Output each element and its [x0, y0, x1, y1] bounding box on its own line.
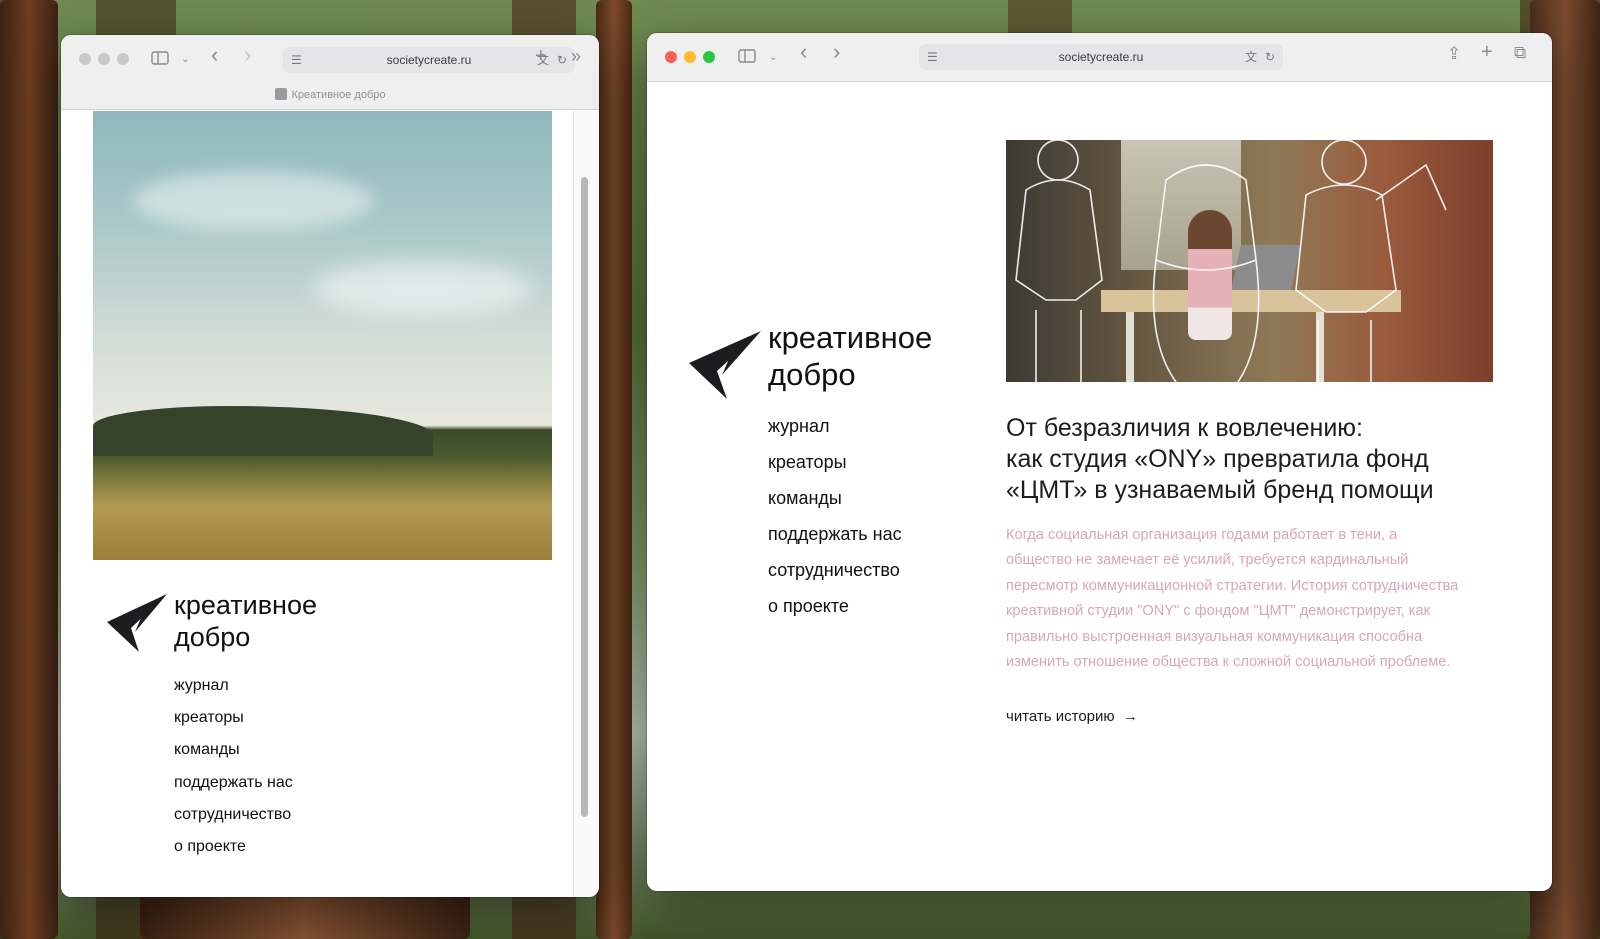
close-window-button[interactable] [79, 53, 91, 65]
hero-landscape-image [93, 111, 552, 560]
nav-item-teams[interactable]: команды [768, 488, 902, 524]
main-navigation: журнал креаторы команды поддержать нас с… [768, 416, 902, 632]
brand-line-1: креативное [768, 320, 933, 355]
article-title-line: От безразличия к вовлечению: [1006, 414, 1363, 442]
tab-title: Креативное добро [291, 89, 386, 101]
page-settings-icon[interactable]: ☰ [927, 44, 938, 70]
sidebar-toggle-icon[interactable] [151, 51, 169, 69]
main-navigation: журнал креаторы команды поддержать нас с… [174, 677, 293, 870]
address-bar-url: societycreate.ru [386, 53, 472, 67]
article-title-line: «ЦМТ» в узнаваемый бренд помощи [1006, 476, 1434, 504]
favicon-icon [274, 88, 287, 100]
reload-icon[interactable]: ↻ [1265, 44, 1275, 70]
sidebar-toggle-icon[interactable] [738, 49, 756, 67]
read-story-link[interactable]: читать историю → [1006, 708, 1138, 725]
cloud [313, 261, 533, 316]
logo-arrow-icon [689, 331, 761, 399]
nav-item-about[interactable]: о проекте [768, 596, 902, 632]
brand-line-2: добро [768, 356, 856, 392]
minimize-window-button[interactable] [684, 51, 696, 63]
nav-item-creators[interactable]: креаторы [174, 709, 293, 741]
logo-arrow-icon [107, 594, 167, 652]
nav-item-support[interactable]: поддержать нас [768, 524, 902, 560]
translate-icon[interactable]: 文 [1245, 44, 1257, 70]
article-cover-image[interactable] [1006, 140, 1493, 382]
nav-item-about[interactable]: о проекте [174, 838, 293, 870]
brand-name[interactable]: креативное добро [174, 590, 317, 654]
new-tab-icon[interactable]: + [1481, 42, 1493, 62]
browser-window-left: ⌄ ‹ › ☰ societycreate.ru 文 ↻ + » Креатив… [61, 35, 599, 897]
nav-item-teams[interactable]: команды [174, 741, 293, 773]
knight-illustration-overlay [1015, 140, 1447, 382]
minimize-window-button[interactable] [98, 53, 110, 65]
tab[interactable]: Креативное добро [61, 85, 599, 109]
background-tree-trunk [596, 0, 632, 939]
brand-line-1: креативное [174, 590, 318, 620]
back-icon[interactable]: ‹ [800, 41, 807, 63]
share-icon[interactable]: ⇪ [1447, 45, 1461, 62]
new-tab-icon[interactable]: + [535, 46, 547, 66]
close-window-button[interactable] [665, 51, 677, 63]
forward-icon[interactable]: › [244, 44, 251, 66]
address-bar[interactable]: ☰ societycreate.ru 文 ↻ [283, 47, 575, 73]
scrollbar-thumb[interactable] [581, 177, 588, 817]
page-settings-icon[interactable]: ☰ [291, 47, 302, 73]
brand-name[interactable]: креативное добро [768, 320, 932, 393]
nav-item-cooperation[interactable]: сотрудничество [768, 560, 902, 596]
address-bar[interactable]: ☰ societycreate.ru 文 ↻ [919, 44, 1283, 70]
page-scrollbar[interactable] [573, 111, 599, 897]
chevron-down-icon[interactable]: ⌄ [769, 50, 777, 66]
arrow-right-icon: → [1122, 708, 1138, 725]
background-tree-trunk [0, 0, 58, 939]
more-toolbar-icon[interactable]: » [571, 47, 581, 65]
article-title[interactable]: От безразличия к вовлечению: как студия … [1006, 413, 1486, 506]
brand-line-2: добро [174, 621, 251, 652]
browser-toolbar: ⌄ ‹ › ☰ societycreate.ru 文 ↻ + » Креатив… [61, 35, 599, 110]
cloud [133, 171, 373, 231]
article-title-line: как студия «ONY» превратила фонд [1006, 445, 1429, 473]
nav-item-journal[interactable]: журнал [768, 416, 902, 452]
address-bar-url: societycreate.ru [1058, 50, 1144, 64]
browser-window-right: ⌄ ‹ › ☰ societycreate.ru 文 ↻ ⇪ + ⧉ креат… [647, 33, 1552, 891]
article-excerpt: Когда социальная организация годами рабо… [1006, 527, 1459, 671]
nav-item-support[interactable]: поддержать нас [174, 774, 293, 806]
read-story-label: читать историю [1006, 708, 1115, 725]
zoom-window-button[interactable] [703, 51, 715, 63]
background-foliage [640, 890, 1530, 939]
nav-item-creators[interactable]: креаторы [768, 452, 902, 488]
tree-line [93, 406, 433, 456]
chevron-down-icon[interactable]: ⌄ [181, 52, 189, 68]
browser-toolbar: ⌄ ‹ › ☰ societycreate.ru 文 ↻ ⇪ + ⧉ [647, 33, 1552, 82]
nav-item-cooperation[interactable]: сотрудничество [174, 806, 293, 838]
back-icon[interactable]: ‹ [211, 44, 218, 66]
nav-item-journal[interactable]: журнал [174, 677, 293, 709]
reload-icon[interactable]: ↻ [557, 47, 567, 73]
forward-icon[interactable]: › [833, 41, 840, 63]
tab-overview-icon[interactable]: ⧉ [1514, 44, 1526, 61]
zoom-window-button[interactable] [117, 53, 129, 65]
